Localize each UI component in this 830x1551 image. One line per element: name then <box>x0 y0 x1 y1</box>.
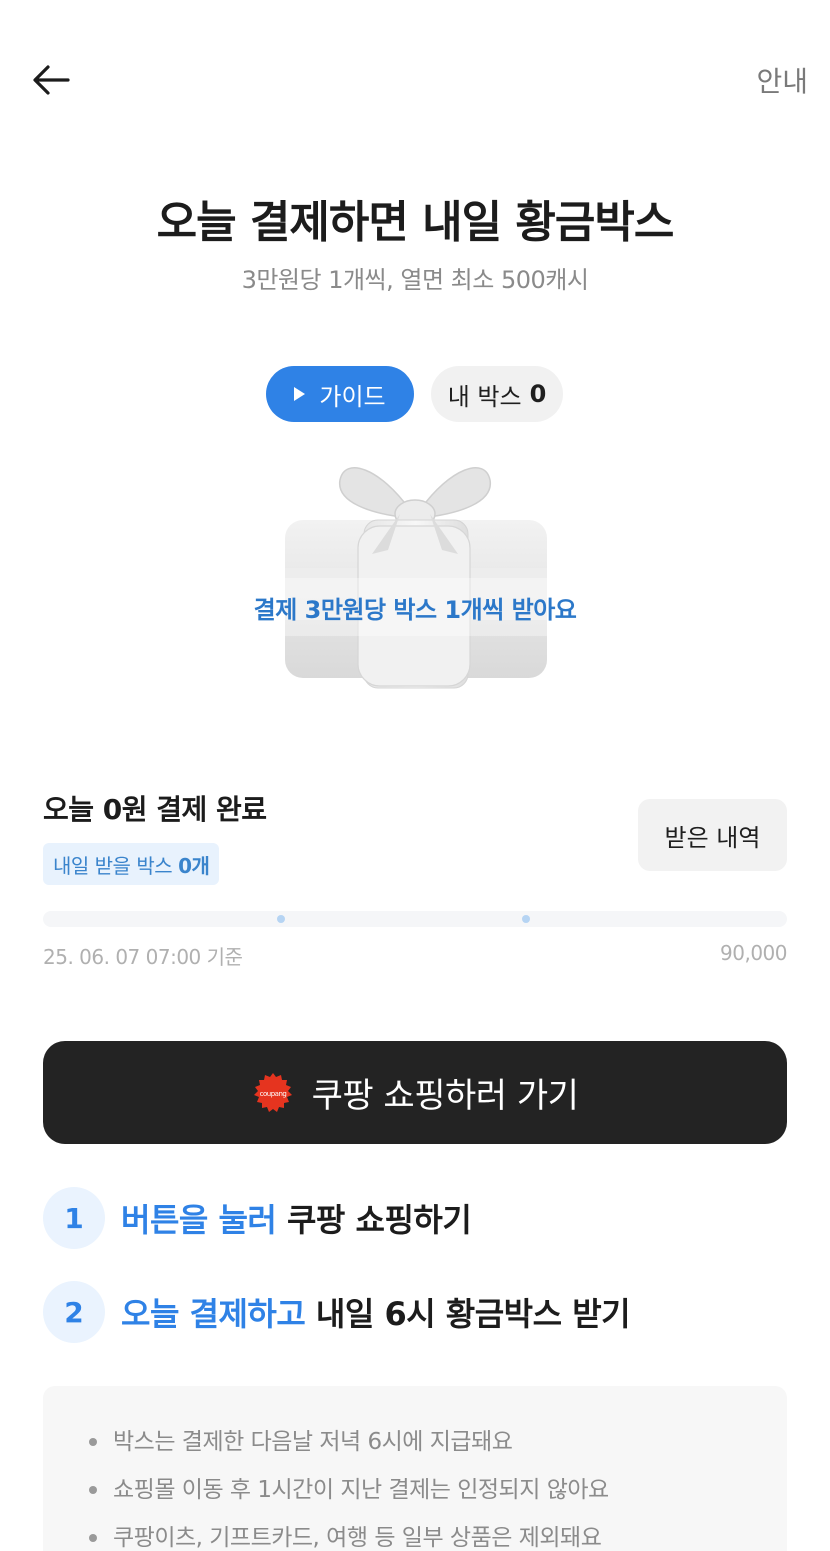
progress-milestone-2 <box>522 915 530 923</box>
payment-progress-bar <box>43 911 787 927</box>
step-2: 2 오늘 결제하고 내일 6시 황금박스 받기 <box>43 1281 631 1343</box>
go-shopping-button[interactable]: coupang 쿠팡 쇼핑하러 가기 <box>43 1041 787 1144</box>
step-text: 오늘 결제하고 내일 6시 황금박스 받기 <box>121 1289 631 1335</box>
back-button[interactable] <box>30 58 74 102</box>
progress-milestone-1 <box>277 915 285 923</box>
step-highlight: 버튼을 눌러 <box>121 1201 277 1239</box>
notice-box: 박스는 결제한 다음날 저녁 6시에 지급돼요 쇼핑몰 이동 후 1시간이 지난… <box>43 1386 787 1551</box>
step-rest: 내일 6시 황금박스 받기 <box>315 1295 631 1333</box>
step-1: 1 버튼을 눌러 쿠팡 쇼핑하기 <box>43 1187 472 1249</box>
step-text: 버튼을 눌러 쿠팡 쇼핑하기 <box>121 1195 472 1241</box>
info-link[interactable]: 안내 <box>756 60 808 100</box>
received-history-button[interactable]: 받은 내역 <box>638 799 787 871</box>
tomorrow-box-label: 내일 받을 박스 <box>53 853 173 878</box>
payment-status-title: 오늘 0원 결제 완료 <box>43 793 267 826</box>
arrow-left-icon <box>33 65 70 95</box>
tomorrow-box-badge: 내일 받을 박스 0개 <box>43 843 220 885</box>
as-of-timestamp: 25. 06. 07 07:00 기준 <box>43 945 243 969</box>
step-number: 2 <box>43 1281 105 1343</box>
go-shopping-label: 쿠팡 쇼핑하러 가기 <box>311 1076 579 1116</box>
page-title: 오늘 결제하면 내일 황금박스 <box>156 197 675 248</box>
my-box-label: 내 박스 <box>447 382 522 411</box>
guide-label: 가이드 <box>319 382 386 411</box>
svg-text:coupang: coupang <box>259 1090 286 1098</box>
my-box-chip[interactable]: 내 박스 0 <box>431 366 563 422</box>
coupang-logo-icon: coupang <box>253 1072 292 1112</box>
play-icon <box>294 387 306 401</box>
notice-item: 쿠팡이츠, 기프트카드, 여행 등 일부 상품은 제외돼요 <box>87 1514 787 1551</box>
my-box-count: 0 <box>529 380 547 408</box>
notice-item: 박스는 결제한 다음날 저녁 6시에 지급돼요 <box>87 1418 787 1466</box>
top-bar: 안내 <box>0 0 830 160</box>
step-highlight: 오늘 결제하고 <box>121 1295 306 1333</box>
step-number: 1 <box>43 1187 105 1249</box>
gift-caption: 결제 3만원당 박스 1개씩 받아요 <box>240 578 590 636</box>
progress-goal: 90,000 <box>720 941 787 965</box>
notice-item: 쇼핑몰 이동 후 1시간이 지난 결제는 인정되지 않아요 <box>87 1466 787 1514</box>
tomorrow-box-count: 0개 <box>178 853 210 878</box>
step-rest: 쿠팡 쇼핑하기 <box>286 1201 472 1239</box>
page-subtitle: 3만원당 1개씩, 열면 최소 500캐시 <box>241 266 589 294</box>
guide-button[interactable]: 가이드 <box>266 366 414 422</box>
